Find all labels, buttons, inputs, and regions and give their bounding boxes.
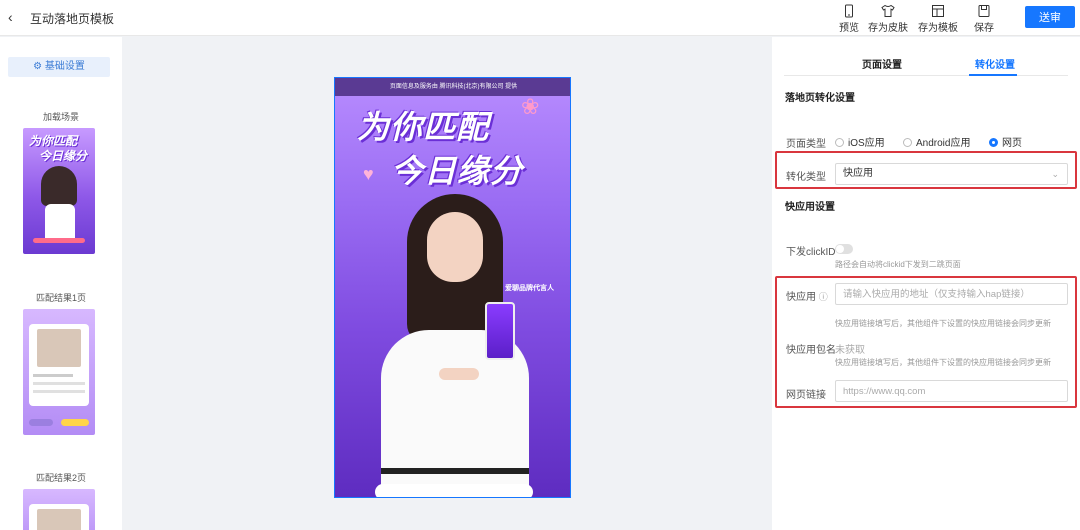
conversion-type-select[interactable]: 快应用 ⌄	[835, 163, 1068, 185]
section-title-conversion: 落地页转化设置	[785, 93, 855, 104]
help-circle-icon[interactable]: ⓘ	[819, 292, 828, 302]
back-icon[interactable]: ‹	[8, 9, 13, 25]
scene-sidebar: ⚙ 基础设置 加载场景 为你匹配 今日缘分 匹配结果1页 匹配结果2页	[0, 37, 122, 530]
conversion-type-value: 快应用	[843, 168, 873, 179]
thumbnail-photo	[37, 329, 81, 367]
section-title-quickapp: 快应用设置	[785, 202, 835, 213]
save-as-skin-label: 存为皮肤	[868, 23, 908, 34]
weblink-label: 网页链接	[786, 390, 826, 401]
top-bar: ‹ 互动落地页模板 预览 存为皮肤 存为模板 保存 送审	[0, 0, 1080, 36]
save-as-template-button[interactable]: 存为模板	[918, 4, 958, 34]
phone-icon	[829, 4, 869, 19]
radio-label: 网页	[1002, 138, 1022, 149]
thumbnail-button	[33, 238, 85, 243]
submit-review-button[interactable]: 送审	[1025, 6, 1075, 28]
headline-secondary: 今日缘分	[391, 153, 524, 189]
thumbnail-card	[29, 324, 89, 406]
cta-bar[interactable]	[375, 484, 533, 497]
hand	[439, 368, 479, 380]
thumbnail-btn-left	[29, 419, 53, 426]
clickid-toggle[interactable]	[835, 244, 853, 254]
radio-webpage[interactable]: 网页	[989, 134, 1022, 149]
tab-page-settings[interactable]: 页面设置	[862, 56, 902, 71]
page-title: 互动落地页模板	[30, 12, 115, 26]
basic-settings-button[interactable]: ⚙ 基础设置	[8, 57, 110, 77]
chevron-down-icon: ⌄	[1051, 169, 1059, 179]
preview-button[interactable]: 预览	[829, 4, 869, 34]
save-button[interactable]: 保存	[964, 4, 1004, 34]
heart-icon: ♥	[363, 164, 374, 184]
quickapp-url-input[interactable]	[835, 283, 1068, 305]
quickapp-label: 快应用 ⓘ	[786, 288, 828, 303]
thumbnail-photo	[37, 509, 81, 530]
save-as-template-label: 存为模板	[918, 23, 958, 34]
phone-in-hand	[485, 302, 515, 360]
scene-thumbnail-result-2[interactable]	[23, 489, 95, 530]
tab-divider	[784, 75, 1068, 76]
scene-thumbnail-loading[interactable]: 为你匹配 今日缘分	[23, 128, 95, 254]
page-type-label: 页面类型	[786, 139, 826, 150]
spokesperson-face	[427, 212, 483, 282]
shirt-icon	[868, 4, 908, 19]
spokesperson-label: 爱聊品牌代言人	[505, 285, 554, 292]
quickapp-label-text: 快应用	[786, 292, 816, 303]
package-name-label: 快应用包名	[786, 345, 836, 356]
active-tab-indicator	[969, 74, 1017, 76]
landing-page-preview[interactable]: 页面信息及服务由 腾讯科技(北京)有限公司 提供 为你匹配 今日缘分 ♥ ❀ 爱…	[334, 77, 571, 498]
scene-thumbnail-result-1[interactable]	[23, 309, 95, 435]
scene-label-result-1: 匹配结果1页	[35, 293, 86, 303]
radio-android[interactable]: Android应用	[903, 134, 970, 149]
scene-label-loading: 加载场景	[42, 112, 79, 122]
quickapp-hint: 快应用链接填写后，其他组件下设置的快应用链接会同步更新	[835, 319, 1051, 328]
radio-label: iOS应用	[848, 138, 885, 149]
package-name-hint: 快应用链接填写后，其他组件下设置的快应用链接会同步更新	[835, 358, 1051, 367]
mascot-icon: ❀	[521, 94, 540, 119]
radio-label: Android应用	[916, 138, 971, 149]
save-icon	[964, 4, 1004, 19]
conversion-type-label: 转化类型	[786, 172, 826, 183]
gear-icon: ⚙	[33, 61, 43, 72]
save-label: 保存	[974, 23, 994, 34]
thumbnail-headline-2: 今日缘分	[39, 149, 88, 163]
thumbnail-line	[33, 374, 73, 377]
headline-primary: 为你匹配	[357, 109, 490, 145]
thumbnail-btn-right	[61, 419, 89, 426]
thumbnail-card	[29, 504, 89, 530]
radio-circle	[903, 138, 912, 147]
preview-canvas: 页面信息及服务由 腾讯科技(北京)有限公司 提供 为你匹配 今日缘分 ♥ ❀ 爱…	[122, 37, 772, 530]
radio-circle	[835, 138, 844, 147]
preview-label: 预览	[839, 23, 859, 34]
clickid-hint: 路径会自动将clickid下发到二跳页面	[835, 260, 961, 269]
layout-icon	[918, 4, 958, 19]
package-name-value: 未获取	[835, 345, 865, 356]
clickid-label: 下发clickID	[786, 247, 836, 258]
thumbnail-line	[33, 382, 85, 385]
basic-settings-label: 基础设置	[44, 61, 85, 72]
scene-label-result-2: 匹配结果2页	[35, 473, 86, 483]
settings-panel: 页面设置 转化设置 落地页转化设置 页面类型 iOS应用 Android应用 网…	[772, 37, 1080, 530]
tab-conversion-settings[interactable]: 转化设置	[975, 56, 1015, 71]
weblink-input[interactable]	[835, 380, 1068, 402]
shirt-stripe	[381, 468, 529, 474]
radio-circle-selected	[989, 138, 998, 147]
thumbnail-portrait	[41, 166, 77, 206]
radio-ios[interactable]: iOS应用	[835, 134, 885, 149]
thumbnail-line	[33, 390, 85, 393]
save-as-skin-button[interactable]: 存为皮肤	[868, 4, 908, 34]
thumbnail-shirt	[45, 204, 75, 238]
